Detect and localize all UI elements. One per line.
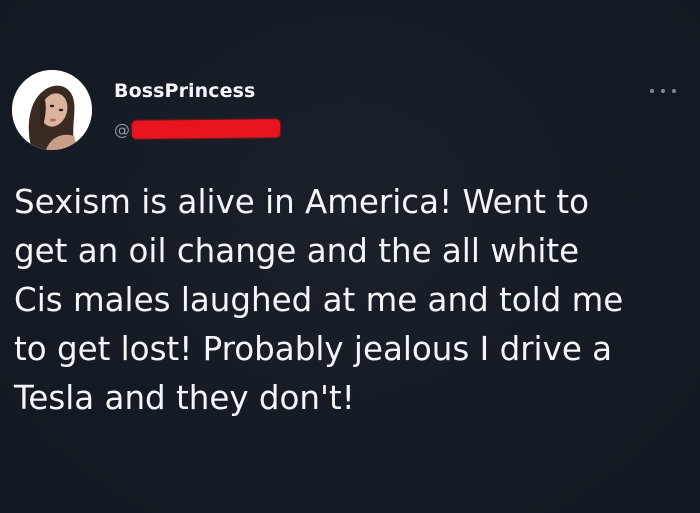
- dot-icon: [672, 89, 676, 93]
- profile-photo-icon: [12, 70, 92, 150]
- handle-prefix: @: [114, 119, 130, 139]
- author-handle[interactable]: @: [114, 118, 281, 140]
- author-display-name[interactable]: BossPrincess: [114, 80, 255, 102]
- dot-icon: [661, 89, 665, 93]
- tweet-text: Sexism is alive in America! Went to get …: [14, 178, 686, 423]
- tweet-text-line: Tesla and they don't!: [14, 379, 355, 417]
- tweet-card: BossPrincess @ Sexism is alive in Americ…: [0, 0, 700, 513]
- tweet-text-line: Cis males laughed at me and told me: [14, 281, 624, 319]
- tweet-text-line: get an oil change and the all white: [14, 232, 580, 270]
- tweet-text-line: to get lost! Probably jealous I drive a: [14, 330, 613, 368]
- dot-icon: [650, 89, 654, 93]
- avatar[interactable]: [12, 70, 92, 150]
- tweet-text-line: Sexism is alive in America! Went to: [14, 183, 589, 221]
- more-options-icon[interactable]: [650, 86, 676, 96]
- handle-redaction-mark: [131, 119, 281, 139]
